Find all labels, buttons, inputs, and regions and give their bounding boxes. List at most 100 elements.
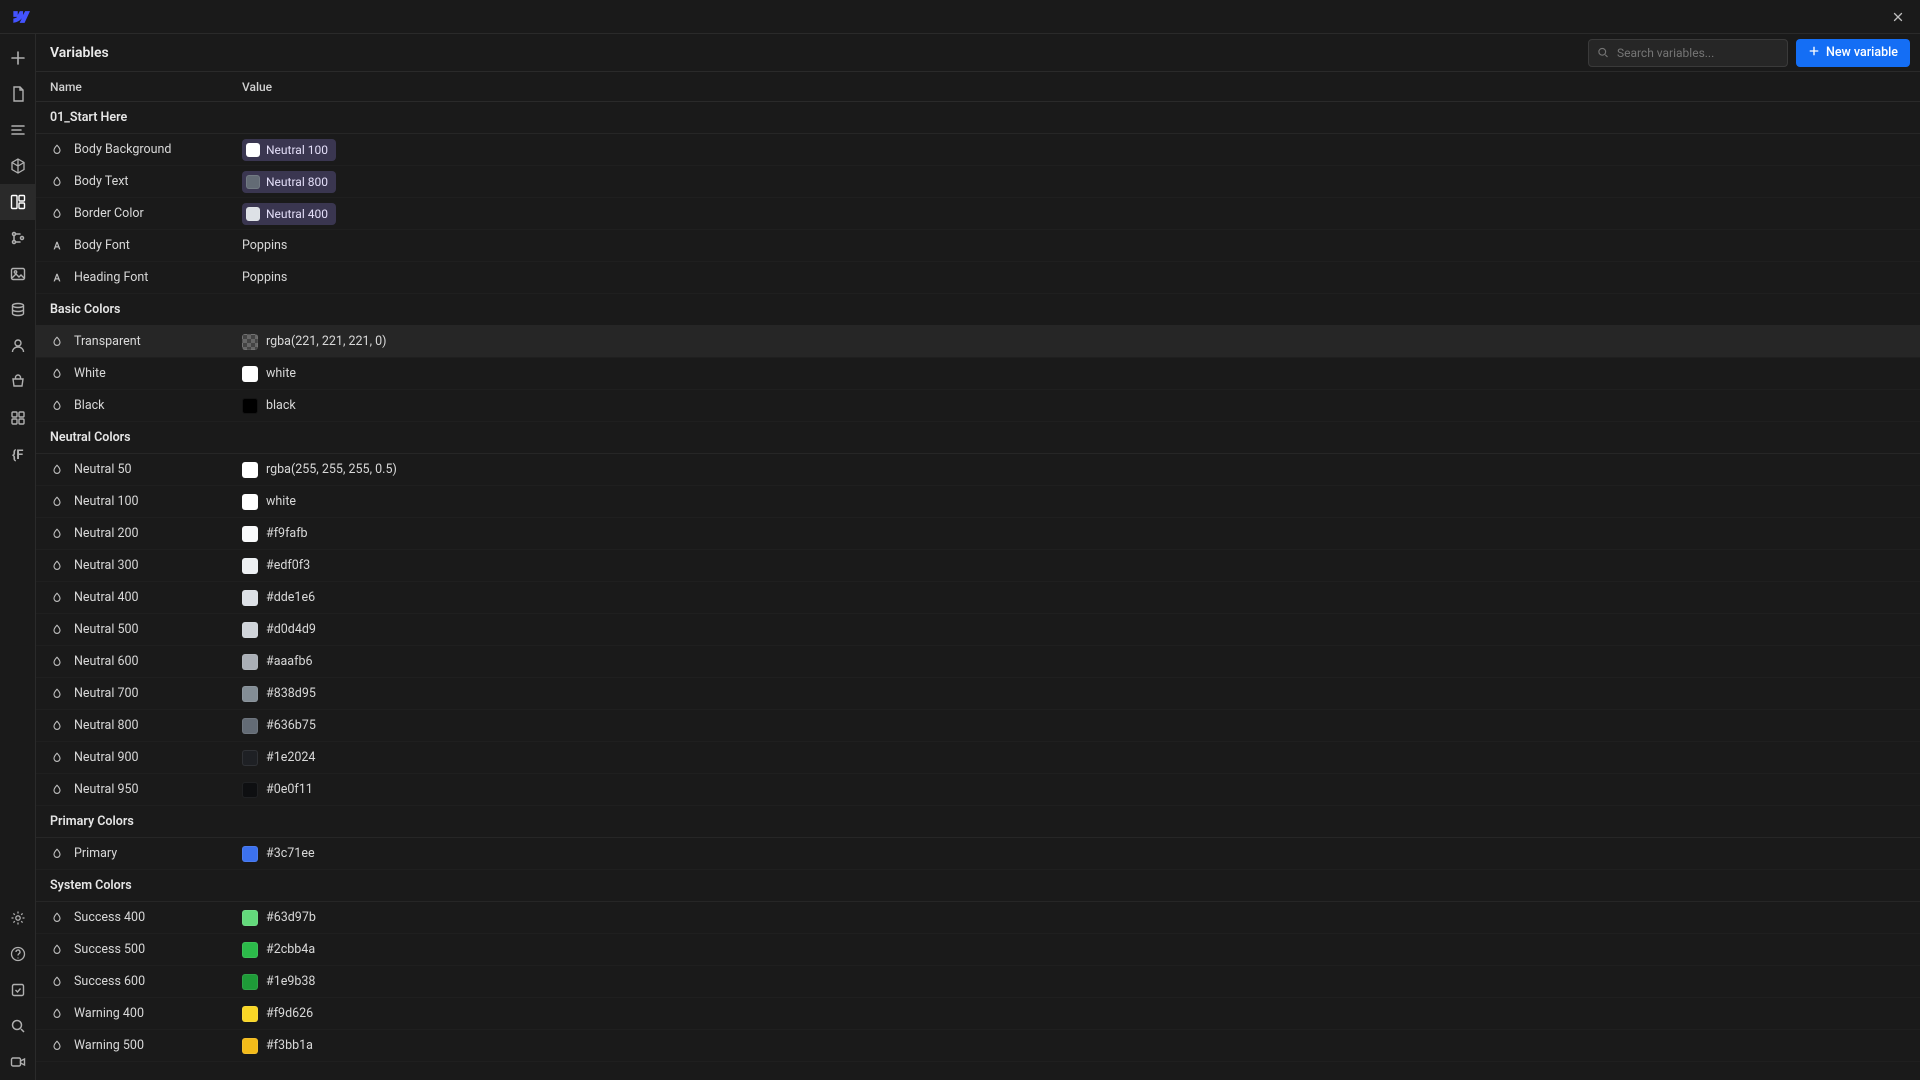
variable-row[interactable]: Whitewhite — [36, 358, 1920, 390]
ecommerce-icon[interactable] — [0, 364, 36, 400]
variable-row[interactable]: Transparentrgba(221, 221, 221, 0) — [36, 326, 1920, 358]
variable-row[interactable]: Success 400#63d97b — [36, 902, 1920, 934]
variable-value-cell[interactable]: #f3bb1a — [242, 1038, 1920, 1054]
group-header[interactable]: Basic Colors — [36, 294, 1920, 326]
variable-row[interactable]: Neutral 200#f9fafb — [36, 518, 1920, 550]
audit-icon[interactable] — [0, 972, 36, 1008]
help-icon[interactable] — [0, 936, 36, 972]
color-swatch[interactable] — [242, 526, 258, 542]
add-icon[interactable] — [0, 40, 36, 76]
variable-row[interactable]: Warning 400#f9d626 — [36, 998, 1920, 1030]
variable-row[interactable]: Body BackgroundNeutral 100 — [36, 134, 1920, 166]
apps-icon[interactable] — [0, 400, 36, 436]
components-icon[interactable] — [0, 148, 36, 184]
variable-row[interactable]: Neutral 900#1e2024 — [36, 742, 1920, 774]
color-swatch[interactable] — [242, 654, 258, 670]
variable-value-cell[interactable]: #636b75 — [242, 718, 1920, 734]
variable-value-cell[interactable]: #1e2024 — [242, 750, 1920, 766]
variable-row[interactable]: Neutral 500#d0d4d9 — [36, 614, 1920, 646]
variable-value-cell[interactable]: #838d95 — [242, 686, 1920, 702]
color-swatch[interactable] — [242, 718, 258, 734]
variable-token[interactable]: Neutral 100 — [242, 139, 336, 161]
variable-row[interactable]: Neutral 50rgba(255, 255, 255, 0.5) — [36, 454, 1920, 486]
color-swatch[interactable] — [242, 334, 258, 350]
group-header[interactable]: Primary Colors — [36, 806, 1920, 838]
variable-row[interactable]: Neutral 600#aaafb6 — [36, 646, 1920, 678]
variable-value-cell[interactable]: #d0d4d9 — [242, 622, 1920, 638]
variable-row[interactable]: Warning 500#f3bb1a — [36, 1030, 1920, 1062]
variable-row[interactable]: Body FontPoppins — [36, 230, 1920, 262]
variable-row[interactable]: Blackblack — [36, 390, 1920, 422]
color-swatch[interactable] — [242, 974, 258, 990]
group-header[interactable]: 01_Start Here — [36, 102, 1920, 134]
color-swatch[interactable] — [242, 494, 258, 510]
navigator-icon[interactable] — [0, 112, 36, 148]
color-swatch[interactable] — [242, 558, 258, 574]
group-header[interactable]: System Colors — [36, 870, 1920, 902]
variable-row[interactable]: Body TextNeutral 800 — [36, 166, 1920, 198]
group-header[interactable]: Neutral Colors — [36, 422, 1920, 454]
color-swatch[interactable] — [242, 462, 258, 478]
variable-row[interactable]: Neutral 800#636b75 — [36, 710, 1920, 742]
variable-row[interactable]: Neutral 100white — [36, 486, 1920, 518]
color-swatch[interactable] — [242, 782, 258, 798]
variable-value-cell[interactable]: white — [242, 494, 1920, 510]
variable-row[interactable]: Border ColorNeutral 400 — [36, 198, 1920, 230]
variable-row[interactable]: Heading FontPoppins — [36, 262, 1920, 294]
variable-value-cell[interactable]: Poppins — [242, 270, 1920, 285]
color-swatch[interactable] — [242, 846, 258, 862]
variable-value-cell[interactable]: #edf0f3 — [242, 558, 1920, 574]
color-swatch[interactable] — [242, 942, 258, 958]
pages-icon[interactable] — [0, 76, 36, 112]
variable-row[interactable]: Neutral 400#dde1e6 — [36, 582, 1920, 614]
variable-value-cell[interactable]: #3c71ee — [242, 846, 1920, 862]
color-swatch[interactable] — [242, 750, 258, 766]
variable-row[interactable]: Neutral 300#edf0f3 — [36, 550, 1920, 582]
variable-row[interactable]: Neutral 950#0e0f11 — [36, 774, 1920, 806]
users-icon[interactable] — [0, 328, 36, 364]
variable-value-cell[interactable]: Neutral 400 — [242, 203, 1920, 225]
variable-value-cell[interactable]: rgba(255, 255, 255, 0.5) — [242, 462, 1920, 478]
find-icon[interactable]: {F — [0, 436, 36, 472]
variable-row[interactable]: Success 500#2cbb4a — [36, 934, 1920, 966]
variable-value-cell[interactable]: #f9d626 — [242, 1006, 1920, 1022]
color-swatch[interactable] — [242, 1006, 258, 1022]
color-swatch[interactable] — [242, 366, 258, 382]
video-icon[interactable] — [0, 1044, 36, 1080]
cms-icon[interactable] — [0, 292, 36, 328]
variable-token[interactable]: Neutral 400 — [242, 203, 336, 225]
new-variable-button[interactable]: New variable — [1796, 39, 1910, 67]
variable-value-cell[interactable]: #1e9b38 — [242, 974, 1920, 990]
search-input[interactable] — [1617, 46, 1779, 60]
variable-row[interactable]: Primary#3c71ee — [36, 838, 1920, 870]
variable-list[interactable]: 01_Start HereBody BackgroundNeutral 100B… — [36, 102, 1920, 1080]
variable-value-cell[interactable]: Neutral 100 — [242, 139, 1920, 161]
close-panel-icon[interactable] — [1886, 5, 1910, 29]
variable-value-cell[interactable]: #f9fafb — [242, 526, 1920, 542]
search2-icon[interactable] — [0, 1008, 36, 1044]
variable-value-cell[interactable]: #aaafb6 — [242, 654, 1920, 670]
variable-row[interactable]: Success 600#1e9b38 — [36, 966, 1920, 998]
color-swatch[interactable] — [242, 622, 258, 638]
color-swatch[interactable] — [242, 910, 258, 926]
variable-value-cell[interactable]: #63d97b — [242, 910, 1920, 926]
variable-value-cell[interactable]: Neutral 800 — [242, 171, 1920, 193]
color-swatch[interactable] — [242, 1038, 258, 1054]
variable-value-cell[interactable]: #2cbb4a — [242, 942, 1920, 958]
variable-value-cell[interactable]: #0e0f11 — [242, 782, 1920, 798]
color-swatch[interactable] — [242, 398, 258, 414]
webflow-logo-icon[interactable] — [10, 7, 30, 27]
variable-value-cell[interactable]: #dde1e6 — [242, 590, 1920, 606]
settings-icon[interactable] — [0, 900, 36, 936]
variable-value-cell[interactable]: rgba(221, 221, 221, 0) — [242, 334, 1920, 350]
color-swatch[interactable] — [242, 590, 258, 606]
variable-token[interactable]: Neutral 800 — [242, 171, 336, 193]
styles-icon[interactable] — [0, 220, 36, 256]
variable-value-cell[interactable]: black — [242, 398, 1920, 414]
variable-row[interactable]: Neutral 700#838d95 — [36, 678, 1920, 710]
color-swatch[interactable] — [242, 686, 258, 702]
assets-icon[interactable] — [0, 256, 36, 292]
variable-value-cell[interactable]: white — [242, 366, 1920, 382]
variable-value-cell[interactable]: Poppins — [242, 238, 1920, 253]
variables-icon[interactable] — [0, 184, 36, 220]
